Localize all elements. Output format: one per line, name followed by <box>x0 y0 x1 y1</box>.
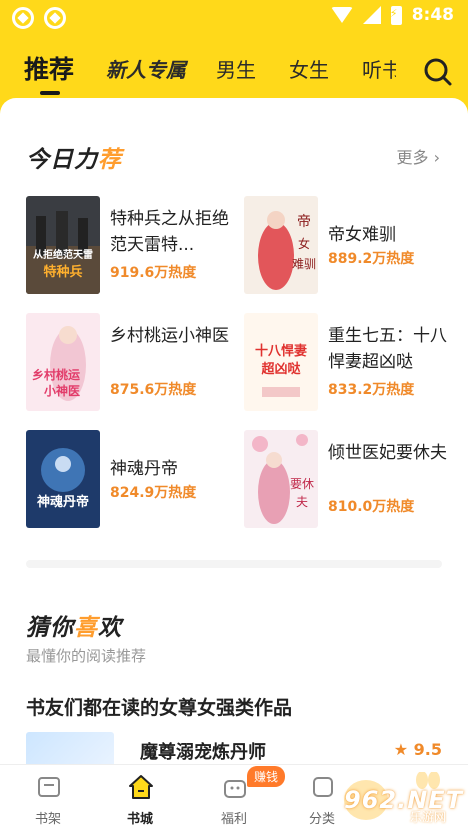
tab-recommend[interactable]: 推荐 <box>24 50 74 86</box>
chevron-right-icon: › <box>433 148 440 167</box>
svg-text:特种兵: 特种兵 <box>43 264 82 280</box>
book-title: 倾世医妃要休夫 <box>328 443 447 463</box>
book-cover[interactable] <box>26 732 114 764</box>
section-title-guess: 猜你喜欢 <box>26 608 122 642</box>
section-title-text: 猜你 <box>26 615 74 641</box>
more-label: 更多 <box>396 148 429 167</box>
book-card[interactable]: 十八悍妻 超凶哒 重生七五：十八悍妻超凶哒 833.2万热度 <box>244 313 454 411</box>
book-title: 帝女难驯 <box>328 225 396 245</box>
book-cover: 十八悍妻 超凶哒 <box>244 313 318 411</box>
book-card[interactable]: 帝 女 难驯 帝女难驯 889.2万热度 <box>244 196 454 294</box>
notification-icons <box>12 7 66 29</box>
tab-female[interactable]: 女生 <box>289 54 329 83</box>
section-divider <box>26 560 442 568</box>
group-title: 书友们都在读的女尊女强类作品 <box>26 697 293 719</box>
svg-text:小神医: 小神医 <box>44 383 80 398</box>
welfare-badge: 赚钱 <box>247 766 286 787</box>
status-bar: 8:48 <box>0 0 468 34</box>
svg-text:要休: 要休 <box>290 477 314 491</box>
book-heat: 810.0万热度 <box>328 499 415 515</box>
nav-bookshelf[interactable]: 书架 <box>8 765 88 832</box>
star-icon: ★ <box>393 740 409 759</box>
status-right: 8:48 <box>330 5 454 25</box>
notification-icon <box>44 7 66 29</box>
svg-text:超凶哒: 超凶哒 <box>261 361 301 377</box>
nav-label: 书城 <box>126 812 153 827</box>
notification-icon <box>12 7 34 29</box>
main-content: 今日力荐 更多 › 从拒绝范天雷 特种兵 特种兵之从拒绝范天雷特... 919.… <box>0 98 468 764</box>
nav-bookstore[interactable]: 书城 <box>100 765 180 832</box>
signal-icon <box>362 6 381 24</box>
search-button[interactable] <box>420 54 454 88</box>
book-card[interactable]: 乡村桃运 小神医 乡村桃运小神医 875.6万热度 <box>26 313 236 411</box>
svg-text:从拒绝范天雷: 从拒绝范天雷 <box>33 248 93 261</box>
book-cover: 乡村桃运 小神医 <box>26 313 100 411</box>
tab-newcomer[interactable]: 新人专属 <box>106 54 186 83</box>
bookshelf-icon <box>38 777 60 797</box>
book-title: 乡村桃运小神医 <box>110 326 229 346</box>
nav-label: 书架 <box>34 812 61 827</box>
rating: ★ 9.5 <box>394 740 442 759</box>
section-title-highlight: 荐 <box>98 147 122 173</box>
svg-text:神魂丹帝: 神魂丹帝 <box>37 494 89 510</box>
book-card[interactable]: 要休 夫 倾世医妃要休夫 810.0万热度 <box>244 430 454 528</box>
book-heat: 824.9万热度 <box>110 485 197 501</box>
battery-icon <box>390 5 402 25</box>
section-subtitle: 最懂你的阅读推荐 <box>26 647 147 665</box>
svg-text:十八悍妻: 十八悍妻 <box>255 343 307 359</box>
nav-label: 福利 <box>220 812 247 827</box>
more-link[interactable]: 更多 › <box>396 144 440 168</box>
tab-male[interactable]: 男生 <box>216 54 256 83</box>
book-heat: 919.6万热度 <box>110 265 197 281</box>
book-title: 特种兵之从拒绝范天雷特... <box>110 209 229 255</box>
book-cover: 帝 女 难驯 <box>244 196 318 294</box>
svg-text:女: 女 <box>298 236 310 251</box>
svg-text:夫: 夫 <box>296 495 308 509</box>
tab-audiobook[interactable]: 听书 <box>362 54 396 83</box>
svg-text:难驯: 难驯 <box>292 257 316 271</box>
search-icon <box>424 58 452 86</box>
book-title: 神魂丹帝 <box>110 459 178 479</box>
rating-value: 9.5 <box>413 740 442 759</box>
section-title-text: 今日力 <box>26 147 98 173</box>
book-cover: 从拒绝范天雷 特种兵 <box>26 196 100 294</box>
svg-text:帝: 帝 <box>297 214 311 230</box>
svg-text:乡村桃运: 乡村桃运 <box>32 367 80 382</box>
top-nav: 推荐 新人专属 男生 女生 听书 <box>0 34 468 98</box>
book-title: 重生七五：十八悍妻超凶哒 <box>328 326 447 372</box>
section-title-today: 今日力荐 <box>26 140 122 174</box>
book-heat: 875.6万热度 <box>110 382 197 398</box>
home-icon <box>129 775 153 799</box>
list-item-title[interactable]: 魔尊溺宠炼丹师 <box>140 738 266 764</box>
watermark-subtext: 乐游网 <box>410 810 447 824</box>
book-card[interactable]: 神魂丹帝 神魂丹帝 824.9万热度 <box>26 430 236 528</box>
book-heat: 833.2万热度 <box>328 382 415 398</box>
section-title-highlight: 喜 <box>74 615 98 641</box>
clock: 8:48 <box>411 5 454 25</box>
book-card[interactable]: 从拒绝范天雷 特种兵 特种兵之从拒绝范天雷特... 919.6万热度 <box>26 196 236 294</box>
section-title-text: 欢 <box>98 615 122 641</box>
gift-icon <box>224 780 246 798</box>
book-cover: 神魂丹帝 <box>26 430 100 528</box>
wifi-icon <box>330 7 353 23</box>
book-cover: 要休 夫 <box>244 430 318 528</box>
book-heat: 889.2万热度 <box>328 251 415 267</box>
active-tab-indicator <box>40 91 60 95</box>
